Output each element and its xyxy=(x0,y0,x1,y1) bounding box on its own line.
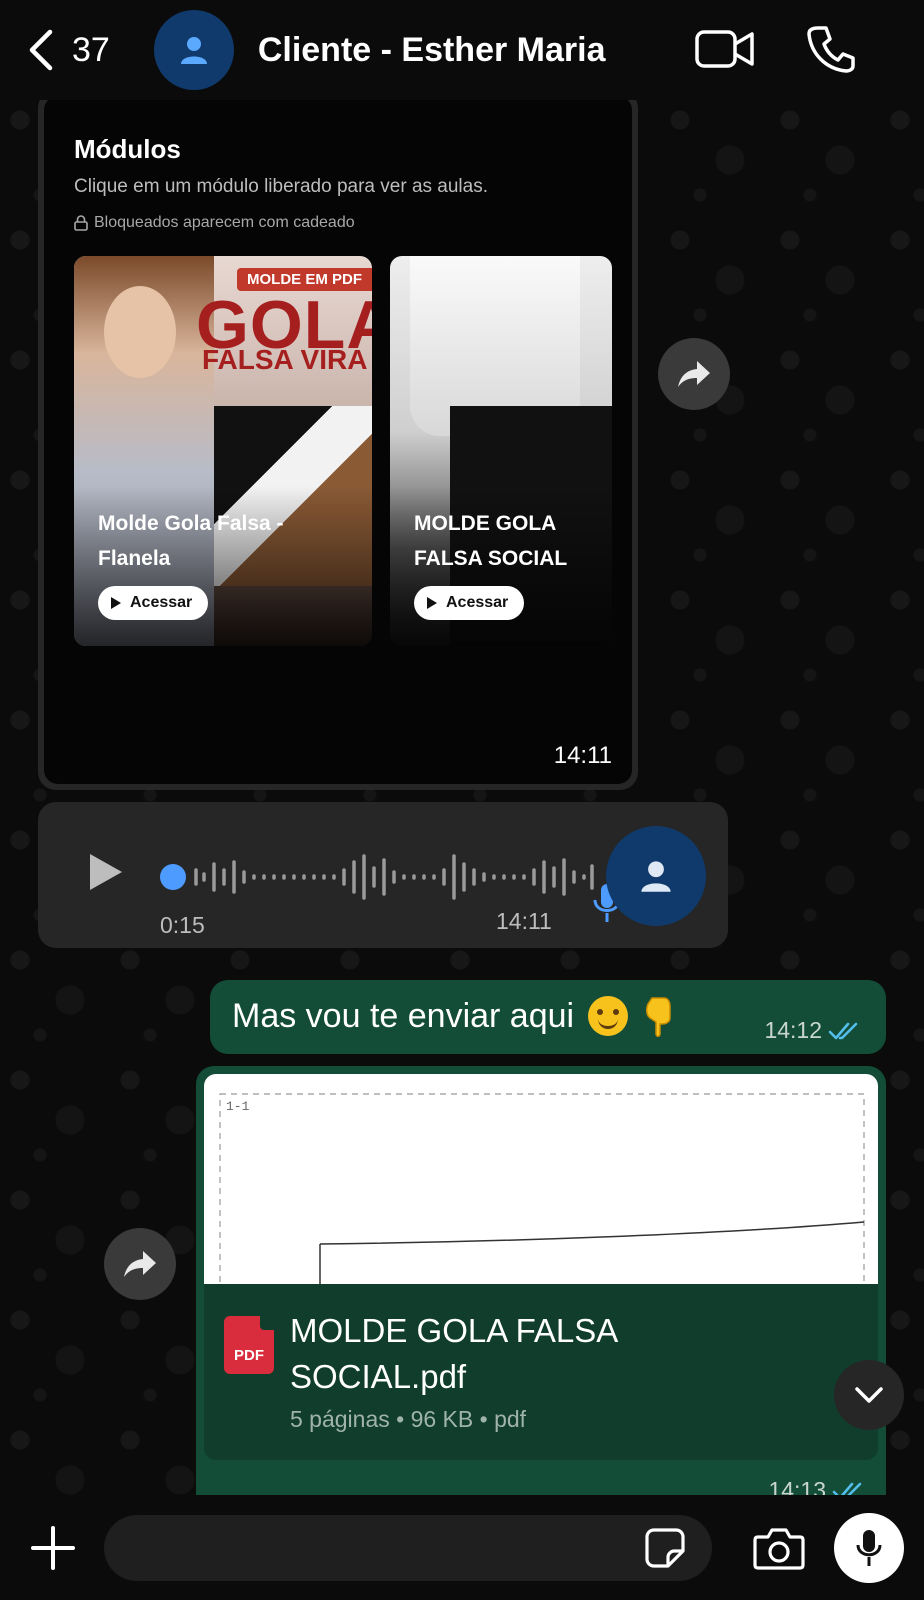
message-text-row: Mas vou te enviar aqui xyxy=(232,996,674,1037)
play-icon xyxy=(111,597,121,609)
pointing-down-emoji-icon xyxy=(642,996,674,1037)
person-icon xyxy=(641,861,671,892)
video-call-icon[interactable] xyxy=(694,24,756,74)
pattern-preview: 1-1 xyxy=(219,1093,865,1284)
plus-icon[interactable] xyxy=(30,1525,76,1571)
lock-icon xyxy=(74,215,88,231)
file-meta: 5 páginas • 96 KB • pdf xyxy=(290,1406,527,1432)
message-input[interactable] xyxy=(104,1515,712,1581)
message-text: Mas vou te enviar aqui xyxy=(232,996,575,1035)
forward-button[interactable] xyxy=(104,1228,176,1300)
modules-subtitle: Clique em um módulo liberado para ver as… xyxy=(74,176,488,197)
voice-record-button[interactable] xyxy=(834,1513,904,1583)
image-message[interactable]: Módulos Clique em um módulo liberado par… xyxy=(38,90,638,790)
preview-label: 1-1 xyxy=(226,1099,250,1114)
lock-note-text: Bloqueados aparecem com cadeado xyxy=(94,214,355,231)
play-icon[interactable] xyxy=(88,852,124,892)
unread-count: 37 xyxy=(72,30,110,69)
lock-note: Bloqueados aparecem com cadeado xyxy=(74,214,355,232)
outgoing-text-message[interactable]: Mas vou te enviar aqui 14:12 xyxy=(210,980,886,1054)
chat-header: 37 Cliente - Esther Maria xyxy=(0,0,924,100)
file-name: MOLDE GOLA FALSA SOCIAL.pdf xyxy=(290,1312,617,1395)
contact-avatar[interactable] xyxy=(153,10,234,90)
read-ticks-icon xyxy=(828,1022,858,1039)
smiling-face-emoji-icon xyxy=(588,996,629,1036)
person-icon xyxy=(180,37,207,64)
card-title: Molde Gola Falsa - Flanela xyxy=(98,512,284,570)
waveform[interactable] xyxy=(190,850,600,904)
voice-message: 0:15 14:11 xyxy=(38,802,728,948)
back-button[interactable]: 37 xyxy=(26,28,110,72)
sticker-icon[interactable] xyxy=(644,1527,686,1569)
sender-avatar xyxy=(606,826,706,926)
modules-title: Módulos xyxy=(74,134,181,164)
module-card: MOLDE EM PDF GOLA FALSA VIRA Molde Gola … xyxy=(74,256,372,646)
card-title: MOLDE GOLA FALSA SOCIAL xyxy=(414,512,568,570)
forward-arrow-icon xyxy=(124,1251,156,1277)
voice-duration: 0:15 xyxy=(160,912,205,938)
message-time: 14:11 xyxy=(553,742,612,769)
camera-icon[interactable] xyxy=(752,1525,806,1571)
phone-call-icon[interactable] xyxy=(806,24,856,74)
message-composer xyxy=(0,1495,924,1600)
microphone-icon xyxy=(856,1530,882,1566)
image-content: Módulos Clique em um módulo liberado par… xyxy=(44,96,632,784)
chevron-left-icon xyxy=(29,29,53,71)
document-message[interactable]: 1-1 PDF MOLDE GOLA FALSA SOCIAL.pdf 5 pá… xyxy=(196,1066,886,1516)
play-icon xyxy=(427,597,437,609)
forward-arrow-icon xyxy=(678,361,710,387)
card-headline-2: FALSA VIRA xyxy=(202,344,368,375)
module-card: MOLDE GOLA FALSA SOCIAL Acessar xyxy=(390,256,612,646)
scroll-to-bottom-button[interactable] xyxy=(834,1360,904,1430)
access-button: Acessar xyxy=(98,586,209,620)
access-button: Acessar xyxy=(414,586,525,620)
contact-name[interactable]: Cliente - Esther Maria xyxy=(258,31,606,70)
pdf-preview[interactable]: 1-1 xyxy=(204,1074,878,1284)
document-info: PDF MOLDE GOLA FALSA SOCIAL.pdf 5 página… xyxy=(204,1284,878,1460)
playback-scrubber[interactable] xyxy=(160,864,186,890)
chevron-down-icon xyxy=(855,1387,883,1403)
forward-button[interactable] xyxy=(658,338,730,410)
pdf-file-icon: PDF xyxy=(224,1316,274,1374)
message-time: 14:12 xyxy=(764,1017,822,1043)
message-status: 14:12 xyxy=(764,1017,862,1044)
message-time: 14:11 xyxy=(496,908,552,934)
